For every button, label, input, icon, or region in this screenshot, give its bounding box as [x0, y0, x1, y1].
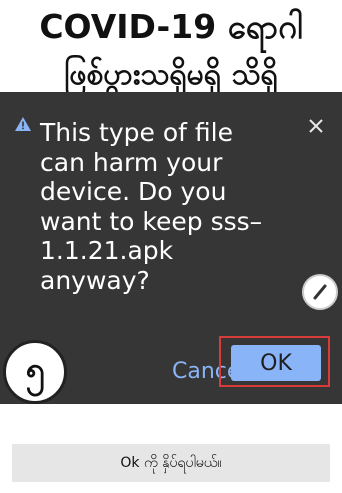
pen-button[interactable] [302, 274, 338, 310]
warning-triangle-icon [15, 117, 31, 131]
step-number-badge: ၅ [3, 340, 67, 404]
instruction-caption: Ok ကို နှိပ်ရပါမယ်။ [12, 444, 330, 482]
page-header: COVID-19 ရောဂါ ဖြစ်ပွားသရှိမရှိ သိရှိ [0, 0, 342, 98]
page-title-line1: COVID-19 ရောဂါ [39, 7, 303, 46]
ok-button[interactable]: OK [231, 345, 321, 381]
close-icon[interactable] [306, 116, 326, 136]
pen-icon [313, 284, 327, 300]
warning-message: This type of file can harm your device. … [40, 118, 263, 295]
tutorial-screenshot: COVID-19 ရောဂါ ဖြစ်ပွားသရှိမရှိ သိရှိ Th… [0, 0, 342, 493]
